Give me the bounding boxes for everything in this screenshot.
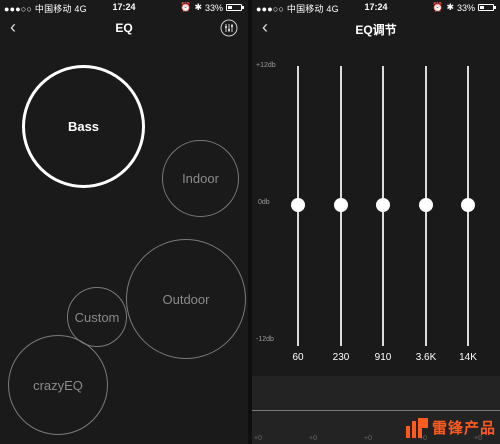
preset-indoor[interactable]: Indoor (162, 140, 239, 217)
preset-indoor-label: Indoor (182, 171, 219, 186)
watermark-logo-icon (405, 417, 428, 438)
eq-slider-knob[interactable] (461, 198, 475, 212)
graph-tick-label: +0 (254, 435, 262, 442)
preset-crazyeq[interactable]: crazyEQ (8, 335, 108, 435)
preset-crazyeq-label: crazyEQ (33, 377, 83, 393)
preset-bass[interactable]: Bass (22, 65, 145, 188)
bluetooth-icon: ✱ (194, 2, 202, 12)
equalizer-settings-icon[interactable] (220, 19, 238, 37)
preset-bass-label: Bass (67, 119, 100, 134)
eq-preset-screen: ●●●○○ 中国移动 4G 17:24 ⏰ ✱ 33% ‹ EQ Bass In… (0, 0, 248, 444)
eq-slider-knob[interactable] (291, 198, 305, 212)
watermark-text: 雷锋产品 (431, 420, 496, 437)
eq-slider-knob[interactable] (334, 198, 348, 212)
battery-percent: 33% (204, 2, 223, 13)
preset-outdoor[interactable]: Outdoor (126, 239, 246, 359)
scale-min-label: -12db (256, 336, 274, 343)
band-frequency-label: 910 (374, 352, 392, 363)
status-bar: ●●●○○ 中国移动 4G 17:24 ⏰ ✱ 33% (252, 0, 500, 15)
scale-mid-label: 0db (258, 199, 270, 206)
preset-custom-label: Custom (74, 309, 120, 325)
band-frequency-label: 230 (332, 352, 350, 363)
band-frequency-label: 60 (292, 352, 304, 363)
status-right: ⏰ ✱ 33% (432, 2, 496, 13)
eq-slider-knob[interactable] (376, 198, 390, 212)
battery-fill (228, 6, 232, 9)
alarm-icon: ⏰ (432, 2, 444, 12)
band-frequency-label: 14K (459, 352, 477, 363)
graph-tick-label: +0 (309, 435, 317, 442)
battery-percent: 33% (456, 2, 475, 13)
watermark: 雷锋产品 (405, 417, 496, 438)
graph-tick-label: +0 (364, 435, 372, 442)
nav-bar: ‹ EQ (0, 15, 248, 43)
bluetooth-icon: ✱ (446, 2, 454, 12)
eq-curve-line (252, 410, 500, 411)
page-title: EQ (115, 21, 133, 35)
eq-adjust-screen: ●●●○○ 中国移动 4G 17:24 ⏰ ✱ 33% ‹ EQ调节 +12db… (252, 0, 500, 444)
alarm-icon: ⏰ (180, 2, 192, 12)
nav-bar: ‹ EQ调节 (252, 15, 500, 43)
status-right: ⏰ ✱ 33% (180, 2, 244, 13)
status-bar: ●●●○○ 中国移动 4G 17:24 ⏰ ✱ 33% (0, 0, 248, 15)
band-frequency-label: 3.6K (415, 352, 437, 363)
page-title: EQ调节 (355, 23, 397, 37)
preset-outdoor-label: Outdoor (162, 291, 210, 307)
battery-fill (480, 6, 484, 9)
scale-max-label: +12db (256, 62, 276, 69)
battery-icon (226, 4, 244, 11)
eq-slider-knob[interactable] (419, 198, 433, 212)
battery-icon (478, 4, 496, 11)
